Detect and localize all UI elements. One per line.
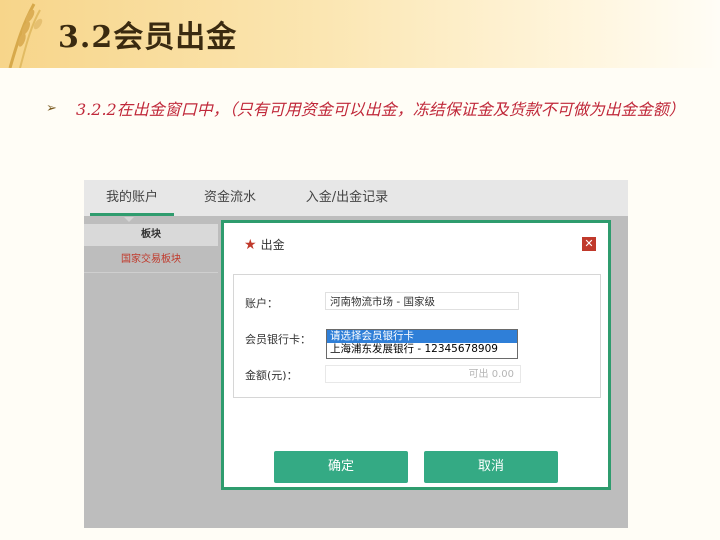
wheat-decoration-icon <box>8 3 43 68</box>
bank-card-select[interactable]: 请选择会员银行卡 上海浦东发展银行 - 12345678909 <box>326 329 518 359</box>
tab-caret-icon <box>124 217 134 222</box>
tab-deposit-withdraw-records[interactable]: 入金/出金记录 <box>292 180 402 216</box>
slide-title: 3.2会员出金 <box>58 20 238 55</box>
tab-bar: 我的账户 资金流水 入金/出金记录 <box>84 180 628 216</box>
sidebar-header: 板块 <box>84 224 218 246</box>
withdraw-form: 账户： 河南物流市场 - 国家级 会员银行卡： 请选择会员银行卡 上海浦东发展银… <box>233 274 601 398</box>
slide-title-band: 3.2会员出金 <box>0 0 720 68</box>
account-label: 账户： <box>245 297 278 310</box>
amount-input[interactable]: 可出 0.00 <box>325 365 521 383</box>
modal-title: ★ 出金 <box>244 235 285 255</box>
bank-card-option-placeholder[interactable]: 请选择会员银行卡 <box>327 330 517 343</box>
bullet-arrow-icon: ➢ <box>46 101 57 116</box>
bank-card-option-spdb[interactable]: 上海浦东发展银行 - 12345678909 <box>327 343 517 356</box>
tab-fund-flow[interactable]: 资金流水 <box>188 180 272 216</box>
app-screenshot: 我的账户 资金流水 入金/出金记录 板块 国家交易板块 ★ 出金 ✕ 账户： 河南… <box>84 180 628 528</box>
confirm-button[interactable]: 确定 <box>274 451 408 483</box>
star-icon: ★ <box>244 237 257 253</box>
cancel-button[interactable]: 取消 <box>424 451 558 483</box>
close-button[interactable]: ✕ <box>582 237 596 251</box>
bullet-text: 3.2.2在出金窗口中，（只有可用资金可以出金，冻结保证金及货款不可做为出金金额… <box>76 100 685 119</box>
amount-label: 金额(元)： <box>245 369 298 382</box>
tab-my-account[interactable]: 我的账户 <box>90 180 174 216</box>
withdraw-modal: ★ 出金 ✕ 账户： 河南物流市场 - 国家级 会员银行卡： 请选择会员银行卡 上… <box>221 220 611 490</box>
account-field: 河南物流市场 - 国家级 <box>325 292 519 310</box>
modal-title-text: 出金 <box>260 238 285 252</box>
bank-card-label: 会员银行卡： <box>245 333 311 346</box>
sidebar-item-national-trading[interactable]: 国家交易板块 <box>84 250 218 270</box>
sidebar-divider <box>84 272 218 273</box>
